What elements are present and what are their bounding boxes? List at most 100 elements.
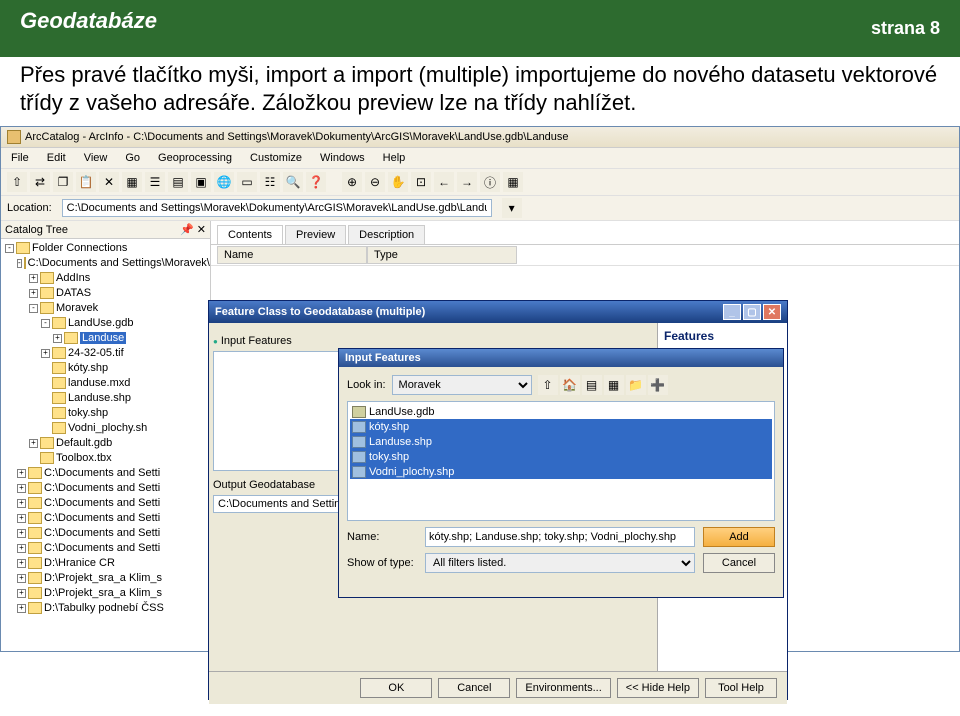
file-row[interactable]: Landuse.shp: [350, 434, 772, 449]
name-input[interactable]: [425, 527, 695, 547]
dialog-title: Feature Class to Geodatabase (multiple): [215, 306, 425, 318]
tree-row[interactable]: +24-32-05.tif: [3, 346, 210, 361]
tree-row[interactable]: +C:\Documents and Setti: [3, 526, 210, 541]
catalog-tree-body[interactable]: -Folder Connections-C:\Documents and Set…: [1, 239, 210, 651]
new-folder-icon[interactable]: 📁: [626, 375, 646, 395]
file-row[interactable]: LandUse.gdb: [350, 404, 772, 419]
menu-help[interactable]: Help: [379, 150, 410, 166]
search-icon[interactable]: 🔍: [283, 172, 303, 192]
tree-row[interactable]: +C:\Documents and Setti: [3, 466, 210, 481]
tree-row[interactable]: kóty.shp: [3, 361, 210, 376]
menu-windows[interactable]: Windows: [316, 150, 369, 166]
col-type[interactable]: Type: [367, 246, 517, 264]
connect-folder-icon[interactable]: ➕: [648, 375, 668, 395]
tab-contents[interactable]: Contents: [217, 225, 283, 244]
tree-row[interactable]: -Folder Connections: [3, 241, 210, 256]
slide-body: Přes pravé tlačítko myši, import a impor…: [0, 57, 960, 126]
close-button[interactable]: ✕: [763, 304, 781, 320]
dialog-buttons: OK Cancel Environments... << Hide Help Tool …: [209, 671, 787, 704]
menu-edit[interactable]: Edit: [43, 150, 70, 166]
minimize-button[interactable]: _: [723, 304, 741, 320]
tree-row[interactable]: +C:\Documents and Setti: [3, 496, 210, 511]
tree-row[interactable]: +C:\Documents and Setti: [3, 481, 210, 496]
zoom-in-icon[interactable]: ⊕: [342, 172, 362, 192]
pan-icon[interactable]: ✋: [388, 172, 408, 192]
maximize-button[interactable]: ▢: [743, 304, 761, 320]
help-icon[interactable]: ❓: [306, 172, 326, 192]
tree-row[interactable]: -C:\Documents and Settings\Moravek\Dokum…: [3, 256, 210, 271]
tree-row[interactable]: -Moravek: [3, 301, 210, 316]
toolbar-main[interactable]: ⇧ ⇄ ❐ 📋 ✕ ▦ ☰ ▤ ▣ 🌐 ▭ ☷ 🔍 ❓ ⊕ ⊖ ✋ ⊡ ← → …: [1, 169, 959, 196]
menubar[interactable]: File Edit View Go Geoprocessing Customize Wind…: [1, 148, 959, 169]
tab-description[interactable]: Description: [348, 225, 425, 244]
file-list[interactable]: LandUse.gdbkóty.shpLanduse.shptoky.shpVo…: [347, 401, 775, 521]
show-type-label: Show of type:: [347, 557, 417, 569]
thumbnails-icon[interactable]: ▣: [191, 172, 211, 192]
dialog-button[interactable]: Environments...: [516, 678, 610, 698]
input-features-file-dialog: Input Features Look in: Moravek ⇧ 🏠 ▤ ▦ …: [338, 348, 784, 598]
tree-row[interactable]: +Landuse: [3, 331, 210, 346]
menu-view[interactable]: View: [80, 150, 112, 166]
title-text: ArcCatalog - ArcInfo - C:\Documents and …: [25, 131, 569, 143]
file-row[interactable]: toky.shp: [350, 449, 772, 464]
tree-row[interactable]: +D:\Hranice CR: [3, 556, 210, 571]
paste-icon[interactable]: 📋: [76, 172, 96, 192]
list-view-icon[interactable]: ▤: [582, 375, 602, 395]
file-row[interactable]: kóty.shp: [350, 419, 772, 434]
zoom-out-icon[interactable]: ⊖: [365, 172, 385, 192]
col-name[interactable]: Name: [217, 246, 367, 264]
menu-customize[interactable]: Customize: [246, 150, 306, 166]
dialog-button[interactable]: Tool Help: [705, 678, 777, 698]
dialog-button[interactable]: Cancel: [438, 678, 510, 698]
file-row[interactable]: Vodni_plochy.shp: [350, 464, 772, 479]
tree-row[interactable]: +C:\Documents and Setti: [3, 511, 210, 526]
dialog-button[interactable]: << Hide Help: [617, 678, 699, 698]
menu-file[interactable]: File: [7, 150, 33, 166]
tree-row[interactable]: +D:\Projekt_sra_a Klim_s: [3, 571, 210, 586]
menu-go[interactable]: Go: [121, 150, 144, 166]
up-folder-icon[interactable]: ⇧: [538, 375, 558, 395]
lookin-select[interactable]: Moravek: [392, 375, 532, 395]
delete-icon[interactable]: ✕: [99, 172, 119, 192]
tree-row[interactable]: +D:\Projekt_sra_a Klim_s: [3, 586, 210, 601]
tree-row[interactable]: Landuse.shp: [3, 391, 210, 406]
large-icons-icon[interactable]: ▦: [122, 172, 142, 192]
identify-icon[interactable]: ⓘ: [480, 172, 500, 192]
catslg-icon[interactable]: ▦: [503, 172, 523, 192]
up-icon[interactable]: ⇧: [7, 172, 27, 192]
tree-icon[interactable]: ☷: [260, 172, 280, 192]
content-tabs[interactable]: ContentsPreviewDescription: [211, 221, 959, 245]
tree-row[interactable]: +D:\Tabulky podnebí ČSS: [3, 601, 210, 616]
tab-preview[interactable]: Preview: [285, 225, 346, 244]
location-input[interactable]: [62, 199, 492, 217]
menu-geoprocessing[interactable]: Geoprocessing: [154, 150, 236, 166]
tree-row[interactable]: -LandUse.gdb: [3, 316, 210, 331]
full-extent-icon[interactable]: ⊡: [411, 172, 431, 192]
pin-close[interactable]: 📌 ✕: [180, 223, 206, 236]
catalog-tree-header: Catalog Tree 📌 ✕: [1, 221, 210, 239]
tree-row[interactable]: +C:\Documents and Setti: [3, 541, 210, 556]
copy-icon[interactable]: ❐: [53, 172, 73, 192]
details-icon[interactable]: ▤: [168, 172, 188, 192]
file-dialog-title: Input Features: [345, 352, 421, 364]
python-icon[interactable]: ▭: [237, 172, 257, 192]
tree-row[interactable]: Toolbox.tbx: [3, 451, 210, 466]
dialog-button[interactable]: OK: [360, 678, 432, 698]
list-icon[interactable]: ☰: [145, 172, 165, 192]
tree-row[interactable]: Vodni_plochy.sh: [3, 421, 210, 436]
location-dropdown-icon[interactable]: ▾: [502, 198, 522, 218]
tree-row[interactable]: +AddIns: [3, 271, 210, 286]
add-button[interactable]: Add: [703, 527, 775, 547]
tree-row[interactable]: toky.shp: [3, 406, 210, 421]
tree-row[interactable]: landuse.mxd: [3, 376, 210, 391]
tree-row[interactable]: +Default.gdb: [3, 436, 210, 451]
back-icon[interactable]: ←: [434, 172, 454, 192]
connect-icon[interactable]: ⇄: [30, 172, 50, 192]
home-icon[interactable]: 🏠: [560, 375, 580, 395]
tree-row[interactable]: +DATAS: [3, 286, 210, 301]
forward-icon[interactable]: →: [457, 172, 477, 192]
details-view-icon[interactable]: ▦: [604, 375, 624, 395]
cancel-button[interactable]: Cancel: [703, 553, 775, 573]
show-type-select[interactable]: All filters listed.: [425, 553, 695, 573]
launch-arcmap-icon[interactable]: 🌐: [214, 172, 234, 192]
